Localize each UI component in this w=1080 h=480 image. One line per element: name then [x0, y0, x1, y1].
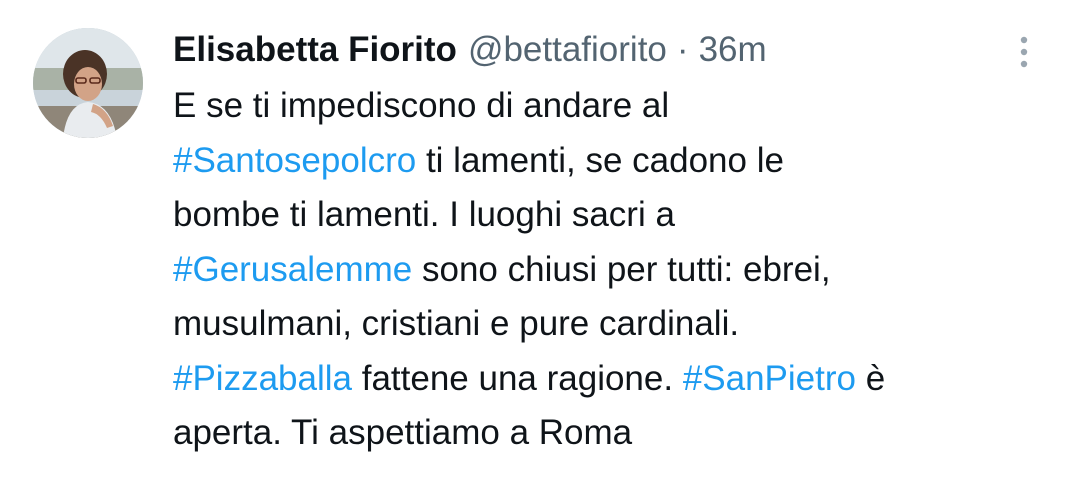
tweet-text-line: aperta. Ti aspettiamo a Roma [173, 406, 1053, 461]
tweet-text-line: musulmani, cristiani e pure cardinali. [173, 297, 1053, 352]
more-vertical-icon [1020, 36, 1028, 68]
tweet-text-segment: musulmani, cristiani e pure cardinali. [173, 304, 740, 343]
tweet-text-line: #Gerusalemme sono chiusi per tutti: ebre… [173, 243, 1053, 298]
hashtag-link[interactable]: #Gerusalemme [173, 250, 412, 289]
author-handle[interactable]: @bettafiorito [468, 26, 667, 74]
tweet-text-line: E se ti impediscono di andare al [173, 79, 1053, 134]
tweet-text-segment: aperta. Ti aspettiamo a Roma [173, 413, 633, 452]
tweet-text-segment: sono chiusi per tutti: ebrei, [412, 249, 831, 289]
author-name[interactable]: Elisabetta Fiorito [173, 26, 457, 74]
tweet-card[interactable]: Elisabetta Fiorito @bettafiorito · 36m E… [0, 0, 1080, 480]
tweet-text-line: #Pizzaballa fattene una ragione. #SanPie… [173, 352, 1053, 407]
separator-dot: · [676, 30, 689, 69]
avatar-photo [33, 28, 143, 138]
tweet-text-line: #Santosepolcro ti lamenti, se cadono le [173, 134, 1053, 189]
author-avatar[interactable] [33, 28, 143, 138]
tweet-text-segment: è [855, 358, 886, 398]
tweet-text-segment: ti lamenti, se cadono le [416, 140, 784, 180]
hashtag-link[interactable]: #Santosepolcro [173, 141, 416, 180]
tweet-text-segment: bombe ti lamenti. I luoghi sacri a [173, 195, 675, 234]
tweet-timestamp[interactable]: 36m [699, 26, 767, 74]
tweet-text-line: bombe ti lamenti. I luoghi sacri a [173, 188, 1053, 243]
hashtag-link[interactable]: #Pizzaballa [173, 359, 352, 398]
hashtag-link[interactable]: #SanPietro [683, 359, 856, 398]
tweet-text: E se ti impediscono di andare al #Santose… [173, 79, 1053, 461]
more-options-button[interactable] [1004, 32, 1044, 72]
tweet-text-segment: E se ti impediscono di andare al [173, 86, 670, 125]
tweet-header: Elisabetta Fiorito @bettafiorito · 36m [173, 26, 767, 74]
tweet-text-segment: fattene una ragione. [352, 358, 683, 398]
